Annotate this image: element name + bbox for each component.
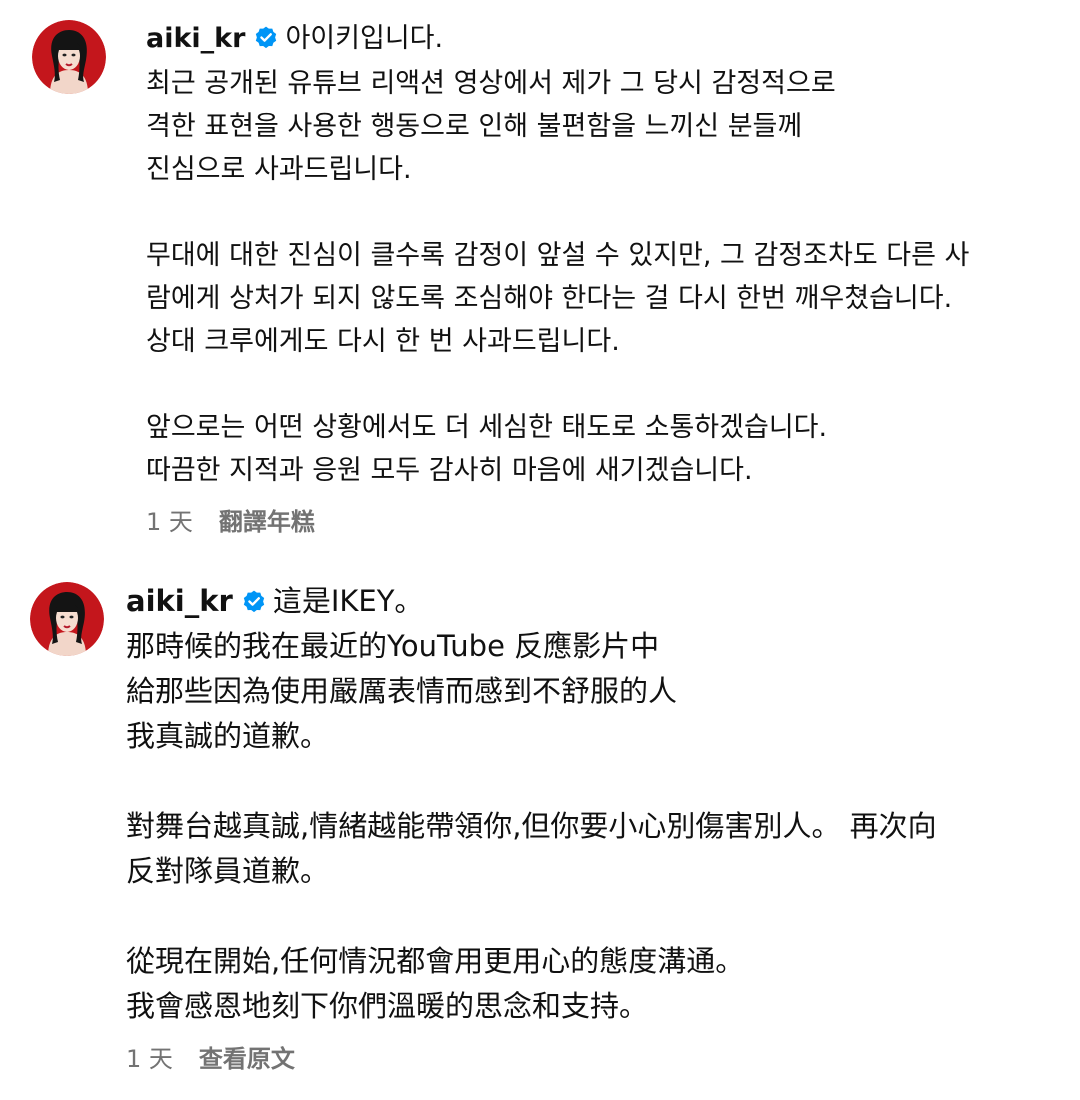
comment-timestamp[interactable]: 1 天 [146, 508, 193, 536]
comment-text-line: 격한 표현을 사용한 행동으로 인해 불편함을 느끼신 분들께 [146, 111, 803, 142]
comment-meta: 1 天查看原文 [126, 1039, 1071, 1074]
comment-text-line: 진심으로 사과드립니다. [146, 154, 412, 185]
comment-text-line: 상대 크루에게도 다시 한 번 사과드립니다. [146, 326, 620, 357]
comment-text-line: 反對隊員道歉。 [126, 854, 330, 888]
comment-text-line: 給那些因為使用嚴厲表情而感到不舒服的人 [126, 674, 678, 708]
comment-header: aiki_kr 아이키입니다. [146, 16, 1066, 62]
verified-badge-icon [253, 20, 279, 49]
avatar[interactable] [30, 582, 104, 656]
comment-timestamp[interactable]: 1 天 [126, 1045, 173, 1073]
comment-text-line: 앞으로는 어떤 상황에서도 더 세심한 태도로 소통하겠습니다. [146, 412, 828, 443]
comment-text-line: 從現在開始,任何情況都會用更用心的態度溝通。 [126, 944, 745, 978]
comment-text-line: 따끔한 지적과 응원 모두 감사히 마음에 새기겠습니다. [146, 455, 753, 486]
comment-header-text: 아이키입니다. [285, 23, 444, 54]
comment-text-line: 무대에 대한 진심이 클수록 감정이 앞설 수 있지만, 그 감정조차도 다른 … [146, 240, 970, 271]
translate-button[interactable]: 翻譯年糕 [219, 508, 315, 536]
comment-body: aiki_kr 아이키입니다. 최근 공개된 유튜브 리액션 영상에서 제가 그 … [146, 16, 1066, 537]
avatar-illustration [32, 20, 106, 94]
comment-text-line: 람에게 상처가 되지 않도록 조심해야 한다는 걸 다시 한번 깨우쳤습니다. [146, 283, 953, 314]
comment-text-line: 최근 공개된 유튜브 리액션 영상에서 제가 그 당시 감정적으로 [146, 68, 836, 99]
comment-text-line [126, 894, 1071, 939]
comment-text-line [146, 191, 1066, 234]
comment-body: aiki_kr 這是IKEY。 那時候的我在最近的YouTube 反應影片中 給那… [126, 578, 1071, 1074]
see-original-button[interactable]: 查看原文 [199, 1045, 295, 1073]
comment-text-line: 我真誠的道歉。 [126, 719, 330, 753]
verified-badge-icon [241, 582, 267, 613]
username[interactable]: aiki_kr [146, 23, 245, 54]
comment-meta: 1 天翻譯年糕 [146, 502, 1066, 537]
comment-text-line [126, 759, 1071, 804]
comment-text-line: 那時候的我在最近的YouTube 反應影片中 [126, 629, 660, 663]
avatar-illustration [30, 582, 104, 656]
comment-text-line: 對舞台越真誠,情緒越能帶領你,但你要小心別傷害別人。 再次向 [126, 809, 937, 843]
comment-text-line: 我會感恩地刻下你們溫暖的思念和支持。 [126, 989, 649, 1023]
avatar[interactable] [32, 20, 106, 94]
username[interactable]: aiki_kr [126, 584, 233, 618]
comment-header-text: 這是IKEY。 [272, 584, 424, 618]
comment-header: aiki_kr 這是IKEY。 [126, 578, 1071, 624]
comment-text-line [146, 363, 1066, 406]
